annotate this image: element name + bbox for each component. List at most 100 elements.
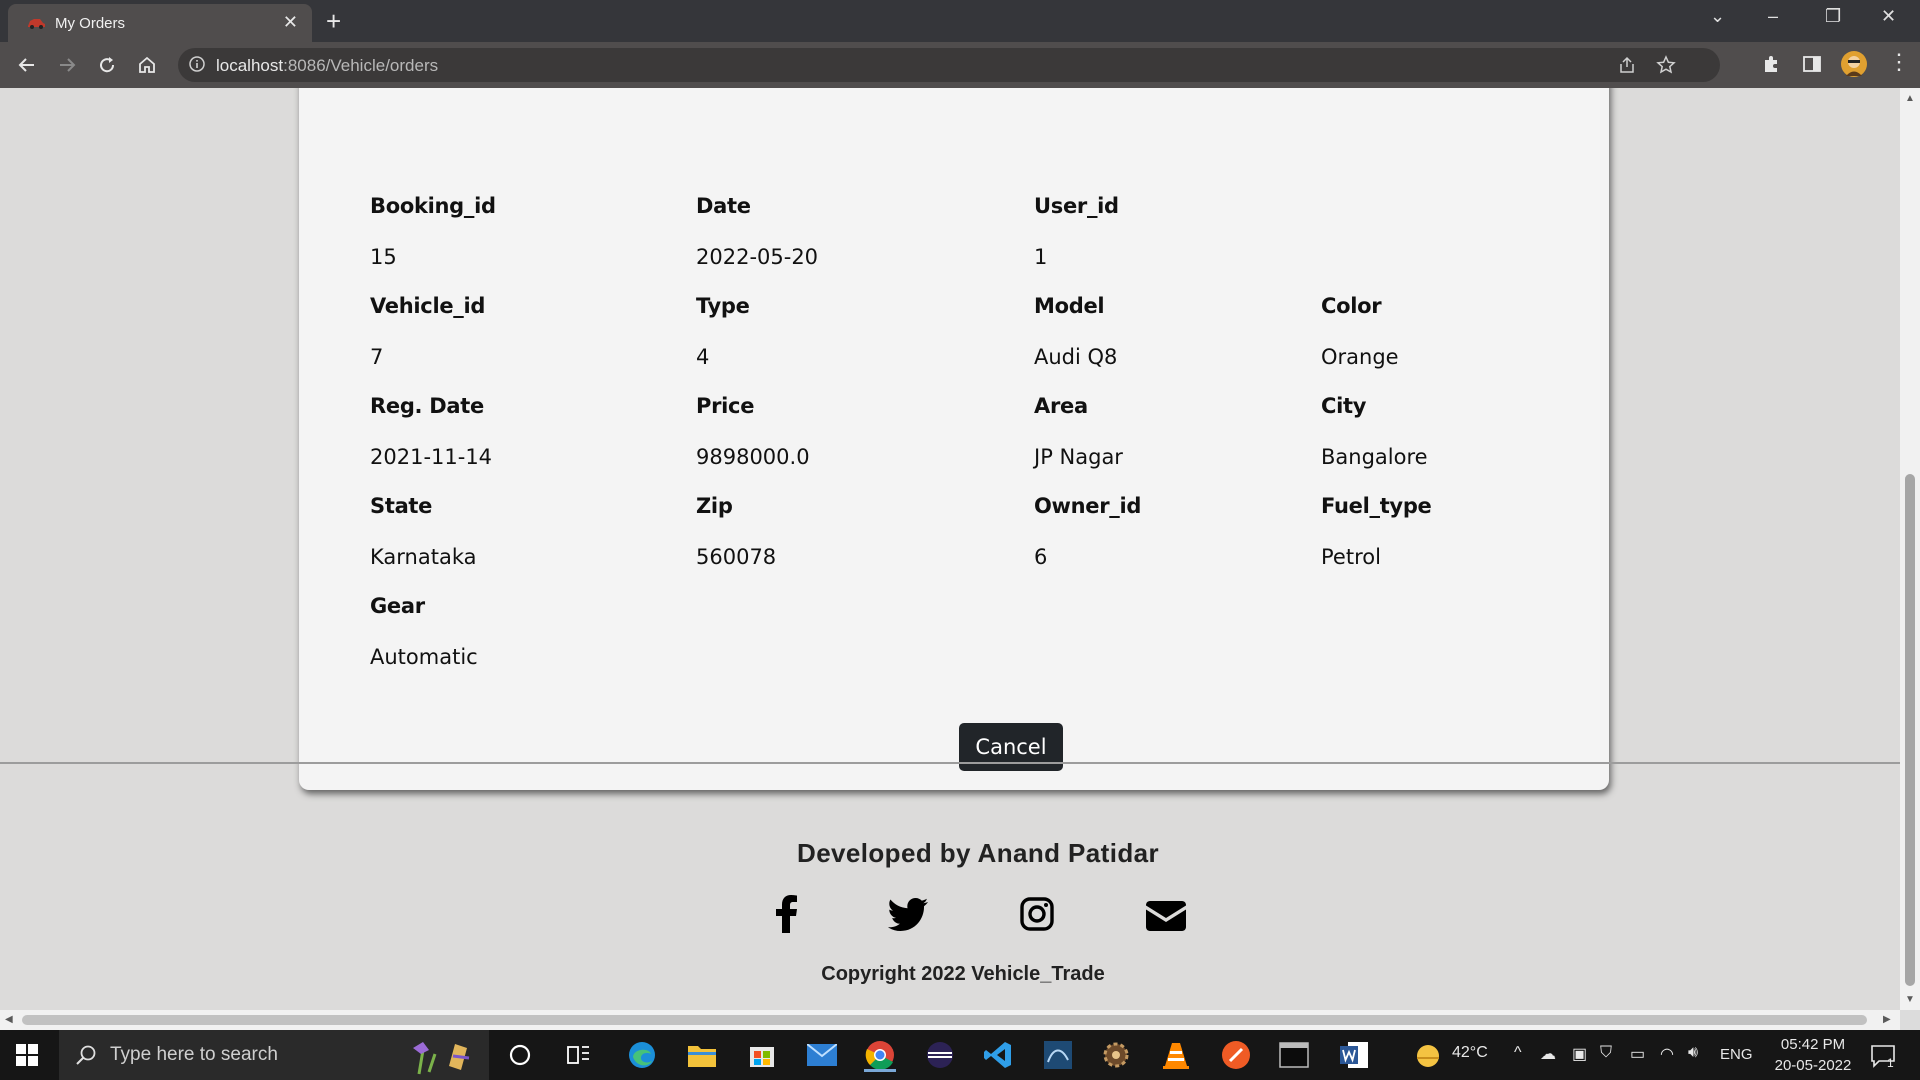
back-button[interactable] (12, 50, 42, 80)
field-value-color: Orange (1321, 345, 1399, 369)
url-host: localhost (216, 56, 284, 75)
field-value-city: Bangalore (1321, 445, 1428, 469)
field-label-gear: Gear (370, 594, 425, 618)
field-value-price: 9898000.0 (696, 445, 810, 469)
url-text: localhost:8086/Vehicle/orders (216, 56, 438, 76)
horizontal-scrollbar[interactable]: ◀ ▶ (0, 1010, 1900, 1030)
file-explorer-app[interactable] (684, 1038, 720, 1072)
field-value-zip: 560078 (696, 545, 777, 569)
bookmark-star-icon[interactable] (1656, 55, 1676, 75)
taskbar-search-box[interactable]: Type here to search (59, 1030, 489, 1080)
mail-icon (807, 1044, 837, 1066)
side-panel-icon[interactable] (1802, 54, 1822, 74)
tab-my-orders[interactable]: My Orders ✕ (8, 4, 312, 42)
restore-icon[interactable]: ❐ (1825, 6, 1841, 27)
volume-icon[interactable]: 🔊︎ (1688, 1044, 1698, 1062)
menu-kebab-icon[interactable]: ⋮ (1888, 50, 1910, 74)
cortana-icon[interactable] (502, 1038, 538, 1072)
new-tab-icon[interactable]: + (326, 6, 341, 36)
forward-button[interactable] (52, 50, 82, 80)
facebook-icon[interactable] (774, 895, 798, 933)
horizontal-scrollbar-thumb[interactable] (22, 1015, 1867, 1025)
tab-search-chevron-icon[interactable]: ⌄ (1710, 6, 1725, 27)
language-indicator[interactable]: ENG (1720, 1046, 1753, 1063)
address-bar[interactable]: localhost:8086/Vehicle/orders (178, 48, 1720, 82)
info-icon[interactable] (188, 55, 206, 73)
word-app[interactable] (1336, 1038, 1372, 1072)
vertical-scrollbar-thumb[interactable] (1905, 474, 1915, 986)
field-label-fuel-type: Fuel_type (1321, 494, 1432, 518)
field-label-model: Model (1034, 294, 1105, 318)
tray-chevron-up-icon[interactable]: ^ (1514, 1044, 1522, 1062)
field-label-zip: Zip (696, 494, 733, 518)
system-clock[interactable]: 05:42 PM 20-05-2022 (1768, 1034, 1858, 1076)
share-icon[interactable] (1618, 56, 1636, 74)
reload-icon (100, 57, 115, 73)
close-window-icon[interactable]: ✕ (1881, 6, 1896, 27)
edge-app[interactable] (624, 1038, 660, 1072)
settings-gear-app[interactable] (1098, 1038, 1134, 1072)
vlc-app[interactable] (1158, 1038, 1194, 1072)
developer-credit: Developed by Anand Patidar (797, 838, 1159, 868)
order-details-card: Booking_id 15 Date 2022-05-20 User_id 1 … (299, 88, 1609, 790)
postman-icon (1222, 1041, 1250, 1069)
store-icon (750, 1047, 774, 1067)
eclipse-app[interactable] (922, 1038, 958, 1072)
field-label-user-id: User_id (1034, 194, 1119, 218)
home-button[interactable] (132, 50, 162, 80)
scroll-down-arrow-icon[interactable]: ▼ (1905, 994, 1915, 1005)
windows-start-icon[interactable] (16, 1044, 38, 1066)
microsoft-store-app[interactable] (744, 1038, 780, 1072)
arrow-left-icon (18, 58, 34, 72)
scrollbar-corner (1900, 1010, 1920, 1030)
field-value-type: 4 (696, 345, 710, 369)
reload-button[interactable] (92, 50, 122, 80)
envelope-icon[interactable] (1146, 901, 1186, 931)
meet-now-icon[interactable]: ▣ (1572, 1044, 1587, 1064)
field-value-date: 2022-05-20 (696, 245, 819, 269)
field-value-booking-id: 15 (370, 245, 397, 269)
postman-app[interactable] (1218, 1038, 1254, 1072)
home-icon (139, 56, 155, 73)
weather-sun-icon[interactable] (1415, 1043, 1441, 1069)
minimize-icon[interactable]: – (1768, 6, 1778, 27)
footer-divider (0, 762, 1900, 764)
windows-taskbar: Type here to search 42°C ^ ☁ ▣ ⛉ ▭ ◠ 🔊︎ … (0, 1030, 1920, 1080)
car-favicon-icon (28, 19, 45, 29)
scroll-left-arrow-icon[interactable]: ◀ (5, 1014, 13, 1025)
chrome-icon (865, 1041, 894, 1070)
field-label-date: Date (696, 194, 751, 218)
mail-app[interactable] (804, 1038, 840, 1072)
field-value-gear: Automatic (370, 645, 478, 669)
weather-temperature[interactable]: 42°C (1452, 1044, 1488, 1062)
word-icon (1340, 1042, 1368, 1068)
field-label-price: Price (696, 394, 755, 418)
twitter-icon[interactable] (888, 898, 928, 931)
battery-icon[interactable]: ▭ (1630, 1044, 1645, 1064)
field-label-area: Area (1034, 394, 1088, 418)
onedrive-icon[interactable]: ☁ (1540, 1044, 1556, 1064)
task-view-icon[interactable] (560, 1038, 596, 1072)
terminal-app[interactable] (1276, 1038, 1312, 1072)
vscode-app[interactable] (980, 1038, 1016, 1072)
chrome-app[interactable] (862, 1038, 898, 1072)
tab-close-icon[interactable]: ✕ (283, 12, 298, 32)
arrow-right-icon (60, 58, 76, 72)
clock-date: 20-05-2022 (1774, 1057, 1852, 1074)
field-value-reg-date: 2021-11-14 (370, 445, 493, 469)
profile-avatar-icon[interactable] (1840, 50, 1868, 78)
field-label-city: City (1321, 394, 1367, 418)
field-label-type: Type (696, 294, 750, 318)
security-icon[interactable]: ⛉ (1600, 1044, 1612, 1062)
scroll-right-arrow-icon[interactable]: ▶ (1883, 1014, 1891, 1025)
browser-tab-strip: My Orders ✕ + ⌄ – ❐ ✕ (0, 0, 1920, 42)
field-value-fuel-type: Petrol (1321, 545, 1381, 569)
wifi-icon[interactable]: ◠ (1660, 1044, 1674, 1064)
scroll-up-arrow-icon[interactable]: ▲ (1905, 93, 1915, 104)
instagram-icon[interactable] (1020, 897, 1054, 931)
field-value-state: Karnataka (370, 545, 477, 569)
mysql-workbench-app[interactable] (1040, 1038, 1076, 1072)
extensions-puzzle-icon[interactable] (1762, 54, 1782, 74)
edge-icon (629, 1042, 655, 1068)
vertical-scrollbar[interactable]: ▲ ▼ (1900, 88, 1920, 1010)
